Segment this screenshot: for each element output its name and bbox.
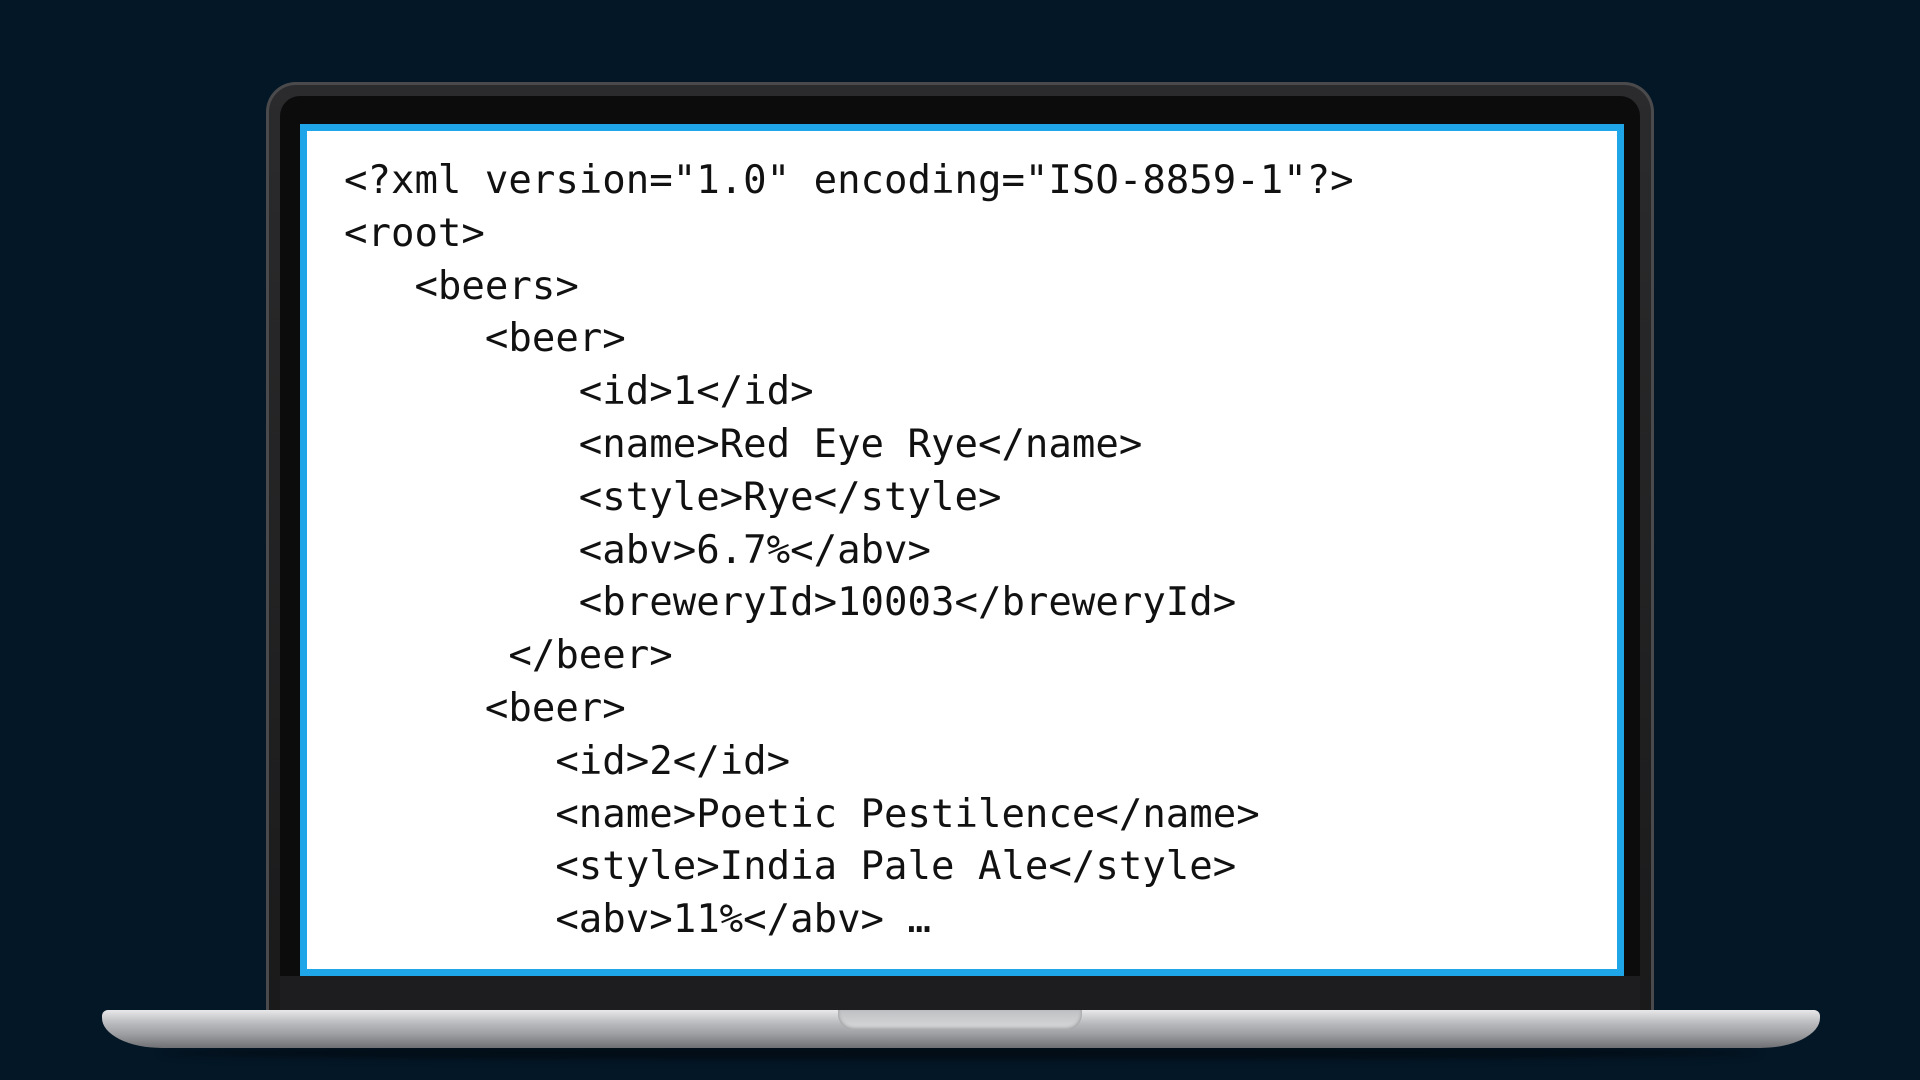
laptop-screen: <?xml version="1.0" encoding="ISO-8859-1… bbox=[300, 124, 1624, 976]
code-line-style-2: <style>India Pale Ale</style> bbox=[344, 844, 1237, 890]
scene: <?xml version="1.0" encoding="ISO-8859-1… bbox=[0, 0, 1920, 1080]
laptop-opening-notch bbox=[838, 1010, 1082, 1030]
code-line-id-2: <id>2</id> bbox=[344, 738, 791, 784]
code-line-abv: <abv>6.7%</abv> bbox=[344, 527, 931, 573]
code-line-brewery-id: <breweryId>10003</breweryId> bbox=[344, 580, 1237, 626]
code-line-beer-open-2: <beer> bbox=[344, 685, 626, 731]
code-line-id: <id>1</id> bbox=[344, 369, 814, 415]
code-line-style: <style>Rye</style> bbox=[344, 474, 1002, 520]
code-line-root-open: <root> bbox=[344, 210, 485, 256]
code-line-abv-2: <abv>11%</abv> … bbox=[344, 897, 931, 943]
xml-code-block: <?xml version="1.0" encoding="ISO-8859-1… bbox=[344, 155, 1354, 947]
code-line-name-2: <name>Poetic Pestilence</name> bbox=[344, 791, 1260, 837]
laptop-shadow bbox=[160, 1046, 1760, 1060]
code-line-beer-open: <beer> bbox=[344, 316, 626, 362]
code-line-name: <name>Red Eye Rye</name> bbox=[344, 421, 1143, 467]
code-line-xml-declaration: <?xml version="1.0" encoding="ISO-8859-1… bbox=[344, 158, 1354, 203]
code-line-beers-open: <beers> bbox=[344, 263, 579, 309]
code-line-beer-close: </beer> bbox=[344, 633, 673, 679]
screen-chin bbox=[280, 976, 1640, 1014]
